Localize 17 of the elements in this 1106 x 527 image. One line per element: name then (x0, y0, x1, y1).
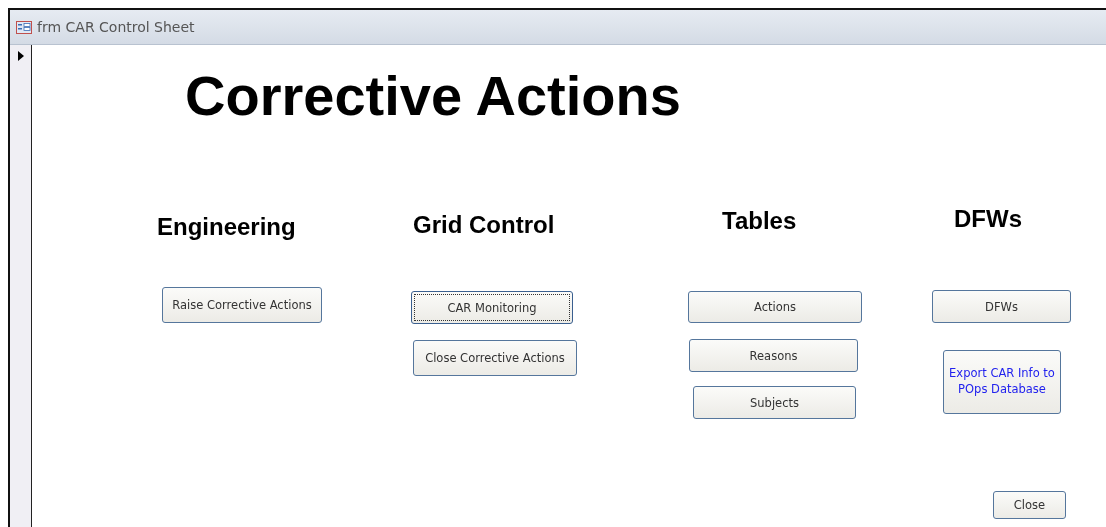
section-heading: DFWs (954, 205, 1022, 233)
record-selector[interactable] (10, 45, 32, 527)
form-icon (16, 20, 32, 34)
window-title: frm CAR Control Sheet (37, 19, 195, 35)
command-button[interactable]: CAR Monitoring (411, 291, 573, 324)
section-heading: Grid Control (413, 211, 555, 239)
command-button[interactable]: Raise Corrective Actions (162, 287, 322, 323)
section-heading: Tables (722, 207, 797, 235)
command-button[interactable]: Close (993, 491, 1066, 519)
section-heading: Engineering (157, 213, 296, 241)
command-button[interactable]: Subjects (693, 386, 856, 419)
command-button[interactable]: Close Corrective Actions (413, 340, 577, 376)
command-button[interactable]: Reasons (689, 339, 858, 372)
command-button[interactable]: Actions (688, 291, 862, 323)
command-button[interactable]: DFWs (932, 290, 1071, 323)
form-title: Corrective Actions (185, 63, 681, 128)
command-button[interactable]: Export CAR Info to POps Database (943, 350, 1061, 414)
